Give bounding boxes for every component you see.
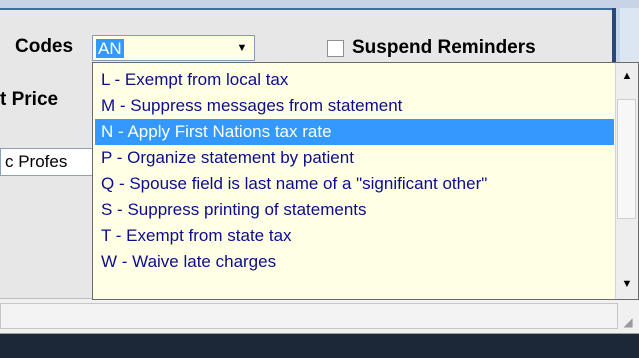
taskbar: [0, 334, 639, 358]
arrow-up-icon[interactable]: ▲: [616, 65, 638, 87]
arrow-down-icon[interactable]: ▼: [616, 273, 638, 295]
list-item[interactable]: P - Organize statement by patient: [95, 145, 614, 171]
suspend-reminders-checkbox[interactable]: [327, 40, 344, 57]
list-item[interactable]: M - Suppress messages from statement: [95, 93, 614, 119]
codes-value[interactable]: AN: [96, 39, 124, 58]
suspend-reminders-label[interactable]: Suspend Reminders: [352, 37, 536, 59]
list-item[interactable]: W - Waive late charges: [95, 249, 614, 275]
scrollbar-thumb[interactable]: [617, 99, 636, 219]
profession-field[interactable]: c Profes: [0, 148, 98, 176]
codes-dropdown-list[interactable]: L - Exempt from local tax M - Suppress m…: [92, 62, 639, 300]
status-bar: ◢: [0, 298, 639, 334]
codes-label: Codes: [15, 36, 74, 57]
status-pane: [0, 303, 618, 329]
list-item[interactable]: T - Exempt from state tax: [95, 223, 614, 249]
codes-combobox[interactable]: AN ▼: [92, 35, 255, 61]
chevron-down-icon[interactable]: ▼: [234, 40, 250, 56]
vertical-scrollbar[interactable]: ▲ ▼: [615, 63, 638, 299]
list-item[interactable]: S - Suppress printing of statements: [95, 197, 614, 223]
list-item[interactable]: Q - Spouse field is last name of a "sign…: [95, 171, 614, 197]
price-label: t Price: [0, 89, 59, 110]
window-top-edge: [0, 0, 639, 8]
list-item-selected[interactable]: N - Apply First Nations tax rate: [95, 119, 614, 145]
list-item[interactable]: L - Exempt from local tax: [95, 67, 614, 93]
resize-grip-icon[interactable]: ◢: [621, 315, 635, 329]
